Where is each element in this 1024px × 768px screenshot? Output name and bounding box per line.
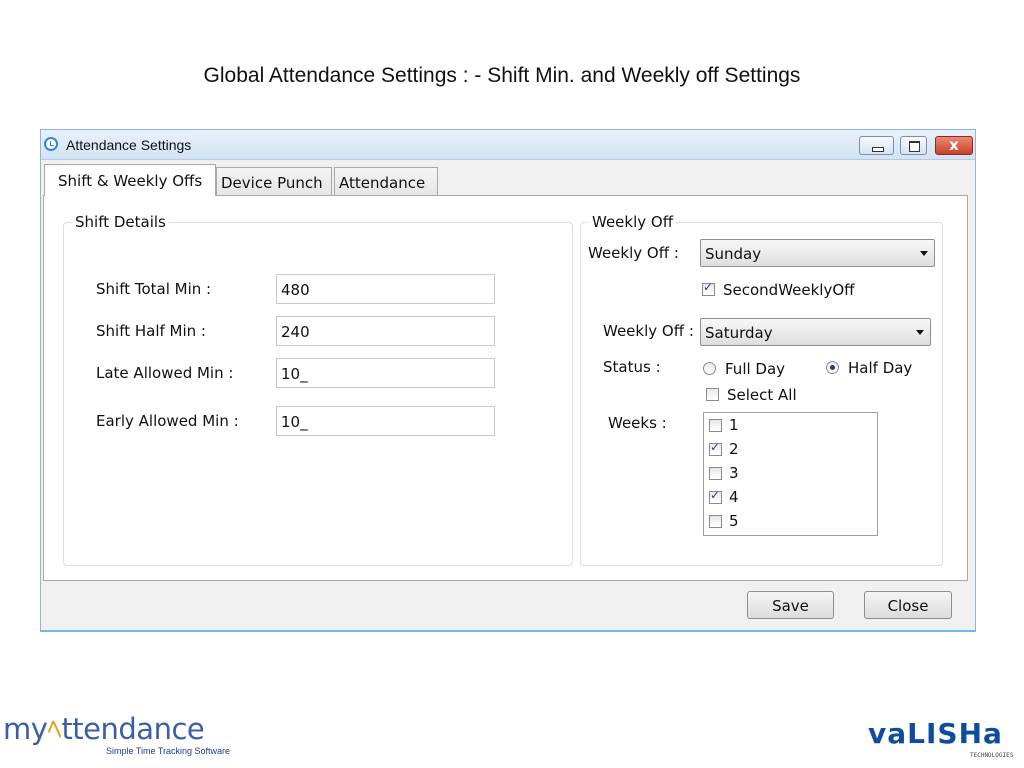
week-1-label: 1 [729, 416, 739, 434]
tab-shift-weekly-offs[interactable]: Shift & Weekly Offs [44, 164, 216, 196]
slide-title: Global Attendance Settings : - Shift Min… [203, 64, 801, 87]
logo-suffix: ttendance [61, 712, 205, 746]
shift-half-min-input[interactable]: 240 [276, 316, 495, 346]
week-3-checkbox[interactable] [709, 467, 722, 480]
window-title: Attendance Settings [66, 137, 192, 153]
maximize-button[interactable] [900, 136, 927, 155]
chevron-down-icon [920, 251, 928, 256]
valisha-logo: vaLISHa [868, 717, 1003, 750]
minimize-button[interactable] [859, 136, 894, 155]
chevron-down-icon [916, 330, 924, 335]
shift-total-min-input[interactable]: 480 [276, 274, 495, 304]
logo-prefix: my [3, 712, 48, 746]
shift-half-min-label: Shift Half Min : [96, 322, 206, 340]
status-label: Status : [603, 358, 661, 376]
tab-device-punch[interactable]: Device Punch [216, 167, 332, 196]
shift-total-min-label: Shift Total Min : [96, 280, 212, 298]
week-1-checkbox[interactable] [709, 419, 722, 432]
weeks-checklist[interactable]: 1 2 3 4 5 [703, 412, 878, 536]
weekly-off-legend: Weekly Off [589, 213, 677, 231]
myattendance-tagline: Simple Time Tracking Software [106, 746, 231, 756]
window-close-button[interactable]: x [935, 136, 973, 155]
select-all-label: Select All [727, 386, 797, 404]
close-icon: x [949, 136, 959, 154]
weekly-off-first-label: Weekly Off : [588, 244, 679, 262]
window-titlebar[interactable]: Attendance Settings x [41, 130, 975, 160]
myattendance-wordmark: myﾍttendance [3, 712, 205, 746]
late-allowed-min-label: Late Allowed Min : [96, 364, 234, 382]
weekly-off-first-value: Sunday [705, 245, 762, 263]
save-button[interactable]: Save [747, 591, 834, 619]
week-2-checkbox[interactable] [709, 440, 722, 456]
second-weekly-off-checkbox[interactable] [702, 280, 715, 296]
weeks-label: Weeks : [608, 414, 667, 432]
status-full-day-radio[interactable] [703, 362, 716, 375]
myattendance-logo: myﾍttendance Simple Time Tracking Softwa… [3, 712, 230, 756]
shift-details-legend: Shift Details [72, 213, 169, 231]
attendance-settings-window: Attendance Settings x Shift & Weekly Off… [40, 129, 976, 632]
week-5-label: 5 [729, 512, 739, 530]
valisha-subtitle: TECHNOLOGIES [970, 752, 1014, 759]
week-2-label: 2 [729, 440, 739, 458]
week-5-checkbox[interactable] [709, 515, 722, 528]
status-half-day-label: Half Day [848, 359, 913, 377]
weekly-off-first-select[interactable]: Sunday [700, 239, 935, 267]
weekly-off-second-value: Saturday [705, 324, 773, 342]
weekly-off-second-label: Weekly Off : [603, 322, 694, 340]
weekly-off-second-select[interactable]: Saturday [700, 318, 931, 346]
early-allowed-min-input[interactable]: 10_ [276, 406, 495, 436]
select-all-checkbox[interactable] [706, 388, 719, 401]
late-allowed-min-input[interactable]: 10_ [276, 358, 495, 388]
clock-icon [44, 137, 58, 151]
bell-icon: ﾍ [47, 712, 62, 746]
week-4-checkbox[interactable] [709, 488, 722, 504]
week-3-label: 3 [729, 464, 739, 482]
tab-attendance[interactable]: Attendance [334, 167, 438, 196]
early-allowed-min-label: Early Allowed Min : [96, 412, 239, 430]
status-half-day-radio[interactable] [826, 361, 839, 374]
week-4-label: 4 [729, 488, 739, 506]
close-button[interactable]: Close [864, 591, 952, 619]
status-full-day-label: Full Day [725, 360, 786, 378]
second-weekly-off-label: SecondWeeklyOff [723, 281, 855, 299]
